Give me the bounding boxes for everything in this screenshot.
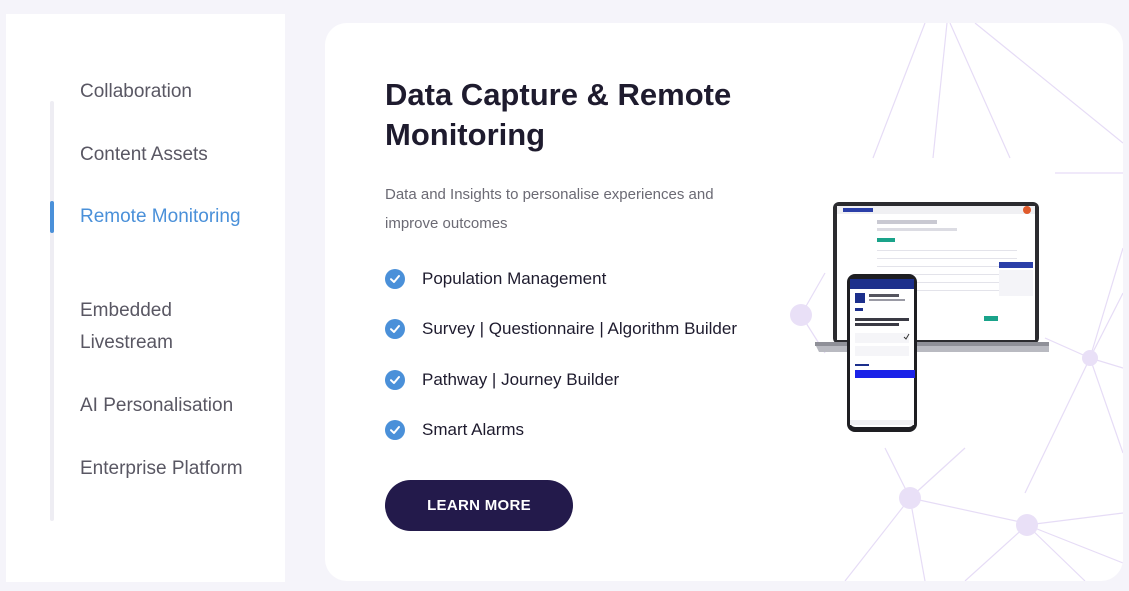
sidebar-item-collaboration[interactable]: Collaboration (80, 76, 270, 108)
feature-item: Survey | Questionnaire | Algorithm Build… (385, 314, 737, 344)
check-circle-icon (385, 370, 405, 390)
sidebar-item-content-assets[interactable]: Content Assets (80, 139, 270, 171)
device-illustration (815, 202, 1049, 432)
feature-label: Smart Alarms (422, 420, 525, 439)
check-circle-icon (385, 420, 405, 440)
sidebar-item-remote-monitoring[interactable]: Remote Monitoring (80, 201, 270, 233)
nav-active-indicator (50, 201, 54, 233)
check-circle-icon (385, 319, 405, 339)
smartphone-icon (847, 274, 917, 432)
feature-item: Population Management (385, 264, 606, 294)
sidebar-item-enterprise-platform[interactable]: Enterprise Platform (80, 453, 270, 485)
feature-label: Survey | Questionnaire | Algorithm Build… (422, 319, 737, 338)
feature-item: Smart Alarms (385, 415, 524, 445)
feature-label: Pathway | Journey Builder (422, 370, 620, 389)
section-subtitle: Data and Insights to personalise experie… (385, 186, 714, 232)
section-title: Data Capture & Remote Monitoring (385, 77, 732, 152)
sidebar-item-embedded-livestream[interactable]: Embedded Livestream (80, 295, 270, 359)
feature-label: Population Management (422, 269, 607, 288)
learn-more-button[interactable]: LEARN MORE (385, 480, 573, 531)
feature-card: Data Capture & Remote Monitoring Data an… (325, 23, 1123, 581)
sidebar-nav: Collaboration Content Assets Remote Moni… (6, 14, 285, 582)
nav-progress-track (50, 101, 54, 521)
check-circle-icon (385, 269, 405, 289)
sidebar-item-ai-personalisation[interactable]: AI Personalisation (80, 390, 270, 422)
feature-item: Pathway | Journey Builder (385, 365, 619, 395)
